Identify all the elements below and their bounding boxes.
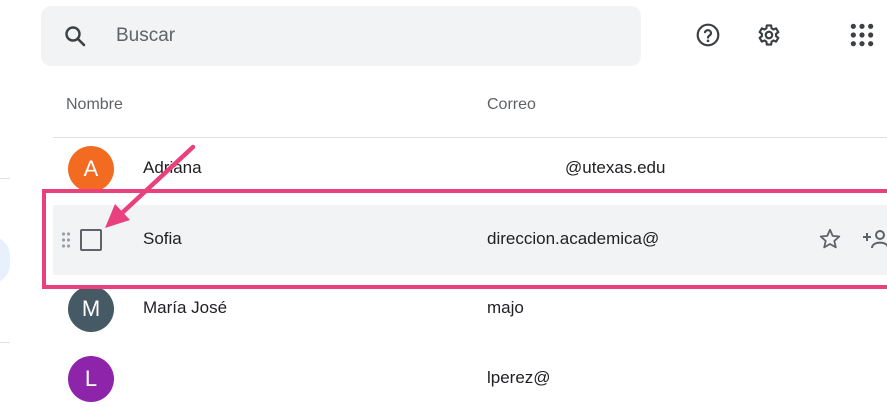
sidebar-active-item[interactable] [0,236,10,284]
table-row[interactable]: M María José majo [53,274,887,344]
contact-email: @utexas.edu [565,158,666,177]
avatar[interactable]: L [68,356,114,402]
drag-handle-icon[interactable] [61,231,71,249]
add-person-icon[interactable] [861,227,887,251]
table-row[interactable]: A Adriana @utexas.edu [53,134,887,204]
avatar[interactable]: A [68,146,114,192]
star-icon[interactable] [818,227,842,251]
row-select-checkbox[interactable] [80,229,102,251]
apps-grid-icon[interactable] [849,22,875,48]
left-panel-divider [0,178,10,179]
avatar[interactable]: M [68,286,114,332]
contact-email: direccion.academica@ [487,229,660,248]
column-header-email[interactable]: Correo [487,96,536,114]
column-header-name[interactable]: Nombre [66,96,123,114]
contact-email: majo [487,298,524,317]
table-row[interactable]: L lperez@ [53,344,887,411]
left-panel-divider [0,342,10,343]
search-input[interactable]: Buscar [116,25,175,47]
help-icon[interactable] [695,22,721,48]
search-bar[interactable]: Buscar [41,6,641,66]
contact-name: María José [143,298,228,317]
search-icon[interactable] [63,24,87,48]
table-row[interactable]: Sofia direccion.academica@ [53,205,887,275]
contact-email: lperez@ [487,368,551,387]
contact-name: Sofia [143,229,182,248]
gear-icon[interactable] [755,22,781,48]
contact-name: Adriana [143,158,202,177]
